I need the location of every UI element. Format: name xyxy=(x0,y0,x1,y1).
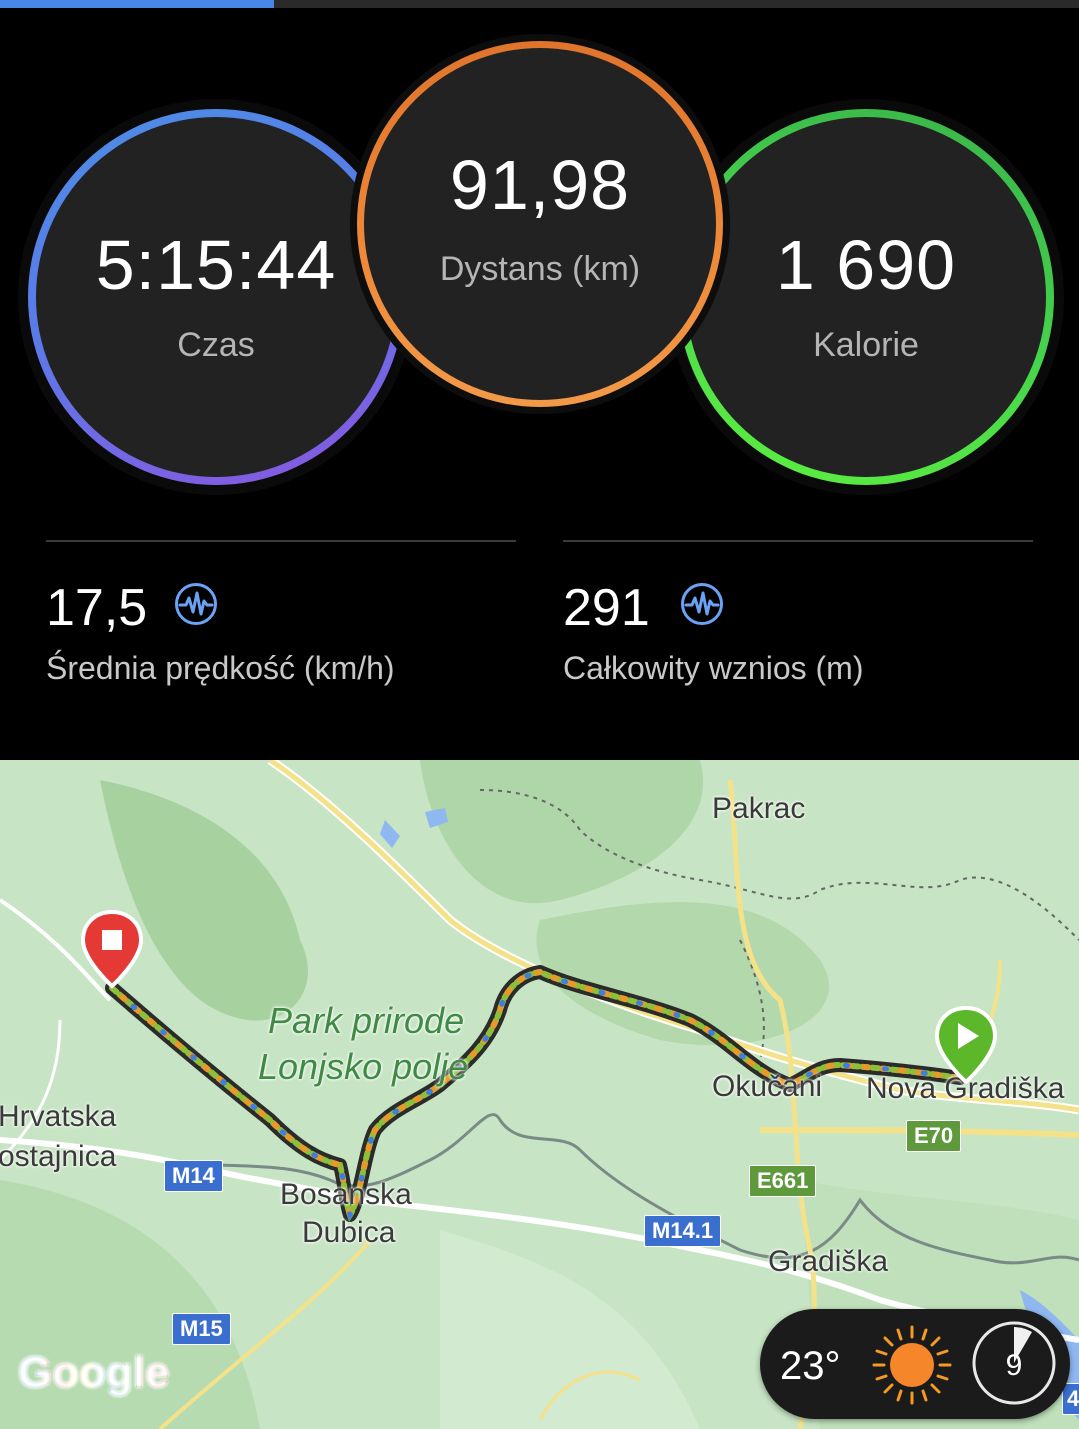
tab-indicator[interactable] xyxy=(0,0,274,8)
stop-icon[interactable] xyxy=(80,910,144,990)
place-label: Okučani xyxy=(712,1070,823,1103)
time-ring[interactable]: 5:15:44 Czas xyxy=(28,109,404,485)
road-shield: E661 xyxy=(749,1165,817,1197)
calories-label: Kalorie xyxy=(813,325,919,364)
road-shield: M14.1 xyxy=(644,1215,722,1247)
google-logo-text: Google xyxy=(18,1348,170,1397)
divider xyxy=(563,540,1033,542)
distance-value: 91,98 xyxy=(449,145,631,224)
road-shield: M14 xyxy=(164,1160,223,1192)
temperature: 23° xyxy=(780,1344,841,1388)
place-label: Bosanska xyxy=(280,1178,412,1211)
time-value: 5:15:44 xyxy=(95,225,337,304)
avg-speed-label: Średnia prędkość (km/h) xyxy=(46,650,395,686)
heart-rate-icon[interactable] xyxy=(680,582,724,626)
park-label: Park prirode xyxy=(268,1000,465,1041)
elevation-label: Całkowity wznios (m) xyxy=(563,650,864,686)
avg-speed-value: 17,5 xyxy=(46,579,148,637)
time-label: Czas xyxy=(177,325,255,364)
sun-icon xyxy=(872,1325,952,1405)
distance-label: Dystans (km) xyxy=(439,249,641,288)
place-label: Hrvatska xyxy=(0,1100,117,1133)
road-shield: M15 xyxy=(172,1313,231,1345)
place-label: Pakrac xyxy=(712,792,806,825)
road-shield: E70 xyxy=(906,1120,962,1152)
place-label: Gradiška xyxy=(768,1245,889,1278)
park-label: Lonjsko polje xyxy=(258,1046,469,1087)
place-label: ostajnica xyxy=(0,1140,117,1173)
heart-rate-icon[interactable] xyxy=(174,582,218,626)
play-icon[interactable] xyxy=(934,1006,998,1086)
wind-value: 9 xyxy=(1006,1349,1023,1382)
divider xyxy=(46,540,516,542)
calories-value: 1 690 xyxy=(775,225,957,304)
place-label: Dubica xyxy=(302,1216,396,1249)
wind-dial-icon: 9 xyxy=(972,1321,1056,1405)
google-logo: Google xyxy=(18,1348,170,1398)
elevation-value: 291 xyxy=(563,579,650,637)
distance-ring[interactable]: 91,98 Dystans (km) xyxy=(357,41,723,407)
calories-ring[interactable]: 1 690 Kalorie xyxy=(678,109,1054,485)
weather-widget[interactable]: 23° 9 xyxy=(760,1309,1070,1419)
